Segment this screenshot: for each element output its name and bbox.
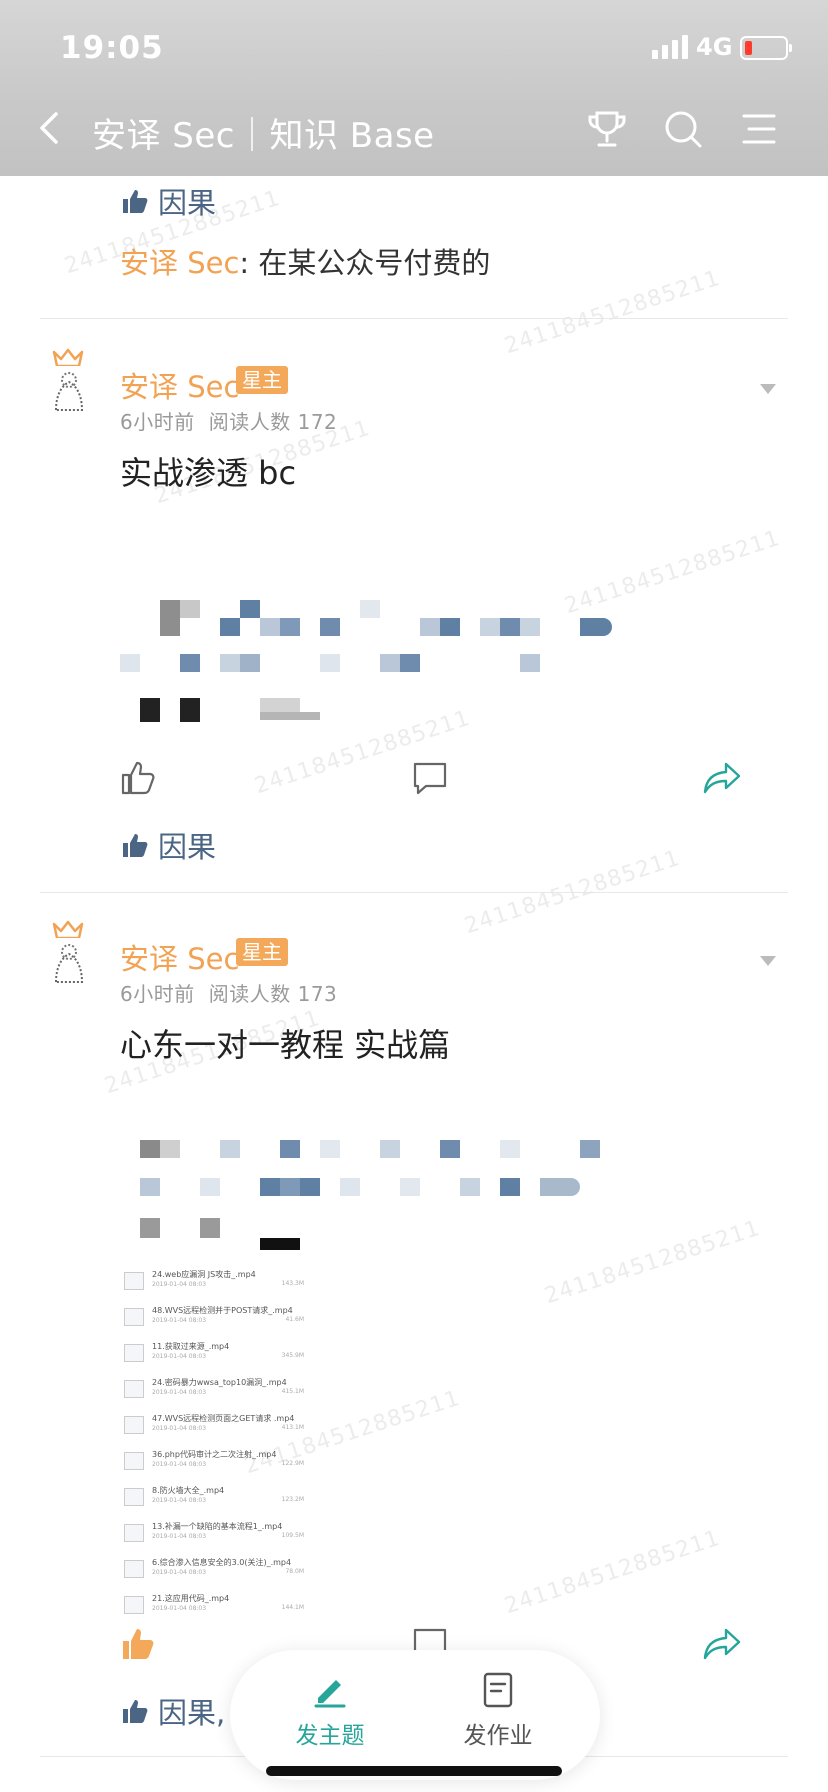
post-meta: 6小时前 阅读人数 173 [120,978,337,1007]
more-options-icon[interactable] [760,956,776,966]
avatar[interactable] [48,938,90,988]
file-icon [124,1344,144,1362]
thumbs-up-icon [123,1700,148,1723]
app-header: 19:05 4G 安译 Sec｜知识 Base [0,0,828,176]
post-title: 实战渗透 bc [120,454,297,492]
file-row[interactable]: 47.WVS远程检测页面之GET请求 .mp4 2019-01-04 08:03 4… [124,1412,304,1448]
edit-pencil-icon [314,1680,346,1708]
post-meta: 6小时前 阅读人数 172 [120,406,337,435]
divider [40,318,788,319]
menu-icon [742,114,776,144]
crown-icon [52,920,84,940]
trophy-icon [588,111,626,147]
avatar[interactable] [48,366,90,416]
file-icon [124,1272,144,1290]
file-list: 24.web应漏洞 JS攻击_.mp4 2019-01-04 08:03 143.3… [124,1268,304,1628]
like-button[interactable] [118,1624,158,1664]
share-icon [703,1628,741,1660]
page-title: 安译 Sec｜知识 Base [92,116,435,156]
menu-button[interactable] [738,108,780,150]
search-button[interactable] [662,108,704,150]
file-row[interactable]: 6.综合渗入信息安全的3.0(关注)_.mp4 2019-01-04 08:03 7… [124,1556,304,1592]
crown-icon [52,348,84,368]
thumbs-up-icon [123,834,148,857]
thumbs-up-outline-icon [121,761,155,795]
battery-icon [740,36,792,60]
file-row[interactable]: 11.获取过来源_.mp4 2019-01-04 08:03 345.9M [124,1340,304,1376]
watermark: 241184512885211 [501,265,724,360]
share-button[interactable] [702,1624,742,1664]
comment-button[interactable] [410,758,450,798]
thumbs-up-icon [123,190,148,213]
read-count: 阅读人数 173 [208,982,338,1006]
more-options-icon[interactable] [760,384,776,394]
comment[interactable]: 安译 Sec: 在某公众号付费的 [120,240,490,282]
like-users[interactable]: 因果, [158,1690,225,1732]
file-icon [124,1596,144,1614]
publish-homework-button[interactable]: 发作业 [438,1670,558,1750]
document-icon [483,1672,513,1708]
file-icon [124,1308,144,1326]
post-author[interactable]: 安译 Sec [120,364,239,406]
file-row[interactable]: 13.补漏一个缺陷的基本流程1_.mp4 2019-01-04 08:03 109.… [124,1520,304,1556]
share-button[interactable] [702,758,742,798]
like-users-line: 因果, [120,1690,225,1732]
file-row[interactable]: 24.密码暴力wwsa_top10漏洞_.mp4 2019-01-04 08:03… [124,1376,304,1412]
file-icon [124,1560,144,1578]
post-author[interactable]: 安译 Sec [120,936,239,978]
like-users[interactable]: 因果 [158,824,216,866]
file-row[interactable]: 8.防火墙大全_.mp4 2019-01-04 08:03 123.2M [124,1484,304,1520]
signal-icon [652,35,688,59]
comment-icon [413,762,447,795]
like-users-line: 因果 [120,180,216,222]
publish-homework-label: 发作业 [463,1723,533,1749]
file-icon [124,1416,144,1434]
file-icon [124,1488,144,1506]
like-users[interactable]: 因果 [158,180,216,222]
publish-topic-button[interactable]: 发主题 [270,1670,390,1750]
comment-text: : 在某公众号付费的 [239,246,491,280]
file-icon [124,1452,144,1470]
file-row[interactable]: 36.php代码审计之二次注射_.mp4 2019-01-04 08:03 122.… [124,1448,304,1484]
file-row[interactable]: 48.WVS远程检测并于POST请求_.mp4 2019-01-04 08:03 4… [124,1304,304,1340]
post-time: 6小时前 [120,982,195,1006]
trophy-button[interactable] [586,108,628,150]
thumbs-up-filled-icon [123,1629,154,1659]
share-icon [703,762,741,794]
divider [40,892,788,893]
blurred-content [120,1120,620,1250]
post-time: 6小时前 [120,410,195,434]
blurred-content [120,596,620,726]
post-title: 心东一对一教程 实战篇 [120,1026,451,1064]
read-count: 阅读人数 172 [208,410,338,434]
file-icon [124,1524,144,1542]
watermark: 241184512885211 [501,1525,724,1620]
publish-topic-label: 发主题 [295,1723,365,1749]
role-badge: 星主 [236,938,288,966]
like-button[interactable] [118,758,158,798]
file-row[interactable]: 24.web应漏洞 JS攻击_.mp4 2019-01-04 08:03 143.3… [124,1268,304,1304]
chevron-left-icon [40,112,58,144]
file-row[interactable]: 21.这应用代码_.mp4 2019-01-04 08:03 144.1M [124,1592,304,1628]
file-icon [124,1380,144,1398]
bottom-action-bar: 发主题 发作业 [230,1650,600,1780]
network-label: 4G [696,33,733,61]
comment-author[interactable]: 安译 Sec [120,246,239,280]
like-users-line: 因果 [120,824,216,866]
home-indicator [266,1766,562,1776]
back-button[interactable] [34,108,62,148]
search-icon [665,111,702,148]
role-badge: 星主 [236,366,288,394]
status-time: 19:05 [60,30,164,66]
